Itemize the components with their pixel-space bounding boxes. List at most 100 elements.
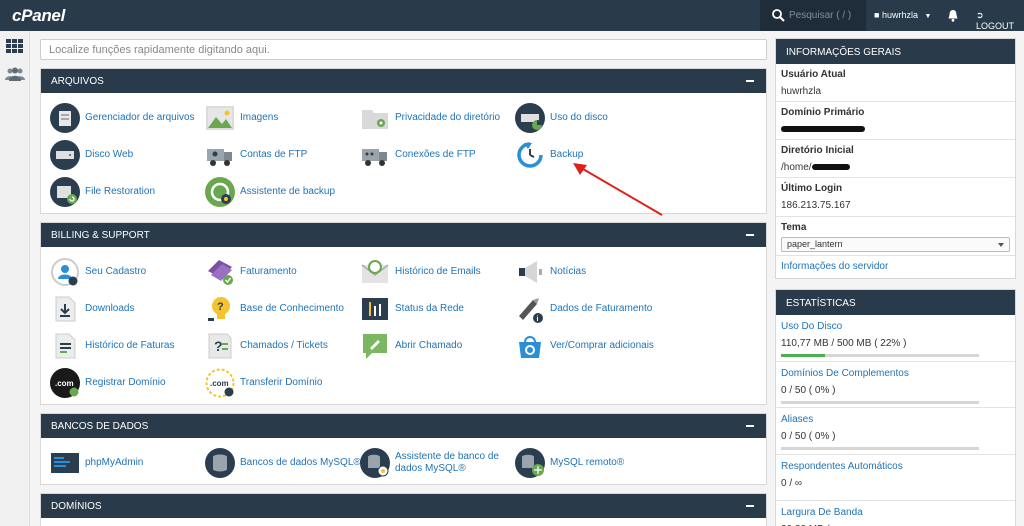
server-info-row: Informações do servidor [776, 256, 1015, 276]
tool-historico-faturas[interactable]: Histórico de Faturas [50, 329, 174, 363]
tool-label: Privacidade do diretório [395, 112, 501, 123]
statistic-row: Aliases 0 / 50 ( 0% ) [776, 408, 1015, 455]
tool-file-manager[interactable]: Gerenciador de arquivos [50, 101, 195, 135]
tool-label: phpMyAdmin [85, 457, 144, 468]
tool-noticias[interactable]: Notícias [515, 255, 586, 289]
tool-label: Chamados / Tickets [240, 340, 328, 351]
collapse-icon[interactable] [746, 425, 754, 427]
tool-label: Conexões de FTP [395, 149, 476, 160]
theme-select-value: paper_lantern [787, 239, 843, 249]
svg-text:.com: .com [210, 379, 229, 388]
logout-button[interactable]: ➲ LOGOUT [976, 10, 1024, 31]
bell-icon[interactable] [947, 9, 959, 22]
megaphone-icon [519, 261, 542, 283]
tool-label: Faturamento [240, 266, 297, 277]
directory-privacy-icon [362, 110, 388, 129]
tool-phpmyadmin[interactable]: phpMyAdmin [50, 446, 143, 480]
theme-label: Tema [781, 222, 807, 233]
statistic-label[interactable]: Largura De Banda [781, 507, 1010, 518]
panel-bancos-de-dados: BANCOS DE DADOS phpMyAdmin Bancos de dad… [40, 413, 767, 485]
server-info-link[interactable]: Informações do servidor [781, 261, 888, 272]
statistic-value: 0 / ∞ [781, 477, 803, 489]
statistic-label[interactable]: Domínios De Complementos [781, 368, 1010, 379]
tool-seu-cadastro[interactable]: Seu Cadastro [50, 255, 146, 289]
tool-label: Assistente de banco de dados MySQL® [395, 451, 499, 474]
collapse-icon[interactable] [746, 505, 754, 507]
tool-web-disk[interactable]: Disco Web [50, 138, 133, 172]
primary-domain-label: Domínio Primário [781, 107, 865, 118]
user-menu[interactable]: ■ huwrhzla ▼ [874, 10, 931, 20]
tool-downloads[interactable]: Downloads [50, 292, 134, 326]
tool-disk-usage[interactable]: Uso do disco [515, 101, 608, 135]
tool-chamados-tickets[interactable]: ? Chamados / Tickets [205, 329, 328, 363]
panel-billing-header[interactable]: BILLING & SUPPORT [41, 223, 766, 247]
theme-select[interactable]: paper_lantern [781, 237, 1010, 252]
tool-registrar-dominio[interactable]: .com Registrar Domínio [50, 366, 166, 400]
svg-text:.com: .com [55, 379, 74, 388]
network-status-icon [362, 298, 388, 320]
tool-label: Disco Web [85, 149, 134, 160]
last-login-label: Último Login [781, 183, 843, 194]
addons-icon [519, 336, 541, 358]
tool-directory-privacy[interactable]: Privacidade do diretório [360, 101, 500, 135]
usage-bar [781, 447, 979, 450]
statistic-value: 0 / 50 ( 0% ) [781, 384, 836, 396]
logout-icon: ➲ [976, 10, 984, 20]
email-history-icon [361, 260, 389, 283]
statistics-title: ESTATÍSTICAS [776, 290, 1015, 315]
tool-images[interactable]: Imagens [205, 101, 278, 135]
tool-ver-comprar-adicionais[interactable]: Ver/Comprar adicionais [515, 329, 654, 363]
current-user-label: Usuário Atual [781, 69, 846, 80]
grid-icon[interactable] [6, 39, 23, 53]
statistic-row: Uso Do Disco 110,77 MB / 500 MB ( 22% ) [776, 315, 1015, 362]
tool-dados-faturamento[interactable]: i Dados de Faturamento [515, 292, 652, 326]
tool-file-restoration[interactable]: File Restoration [50, 175, 155, 209]
tool-label: Uso do disco [550, 112, 608, 123]
tool-backup-wizard[interactable]: Assistente de backup [205, 175, 335, 209]
panel-arquivos-header[interactable]: ARQUIVOS [41, 69, 766, 93]
tool-faturamento[interactable]: Faturamento [205, 255, 297, 289]
panel-bancos-header[interactable]: BANCOS DE DADOS [41, 414, 766, 438]
tool-status-rede[interactable]: Status da Rede [360, 292, 464, 326]
statistics-panel: ESTATÍSTICAS Uso Do Disco 110,77 MB / 500… [775, 289, 1016, 526]
statistic-label[interactable]: Aliases [781, 414, 1010, 425]
panel-title: DOMÍNIOS [51, 501, 102, 512]
tool-label: Histórico de Emails [395, 266, 481, 277]
tool-abrir-chamado[interactable]: Abrir Chamado [360, 329, 462, 363]
users-icon[interactable] [5, 67, 25, 81]
tool-label: Transferir Domínio [240, 377, 323, 388]
usage-bar [781, 400, 979, 404]
tool-base-conhecimento[interactable]: ? Base de Conhecimento [205, 292, 344, 326]
tool-label: File Restoration [85, 186, 156, 197]
tool-transferir-dominio[interactable]: .com Transferir Domínio [205, 366, 322, 400]
tool-label: Base de Conhecimento [240, 303, 344, 314]
left-nav [0, 31, 30, 526]
tool-label: Dados de Faturamento [550, 303, 653, 314]
collapse-icon[interactable] [746, 234, 754, 236]
tool-historico-emails[interactable]: Histórico de Emails [360, 255, 481, 289]
tool-label: Abrir Chamado [395, 340, 463, 351]
home-dir-prefix: /home/ [781, 162, 812, 173]
header-search[interactable]: Pesquisar ( / ) [760, 0, 866, 31]
tool-ftp-connections[interactable]: Conexões de FTP [360, 138, 476, 172]
statistic-label[interactable]: Uso Do Disco [781, 321, 1010, 332]
cpanel-logo[interactable]: cPanel [12, 6, 65, 26]
tool-mysql-databases[interactable]: Bancos de dados MySQL® [205, 446, 361, 480]
home-dir-label: Diretório Inicial [781, 145, 854, 156]
tool-mysql-wizard[interactable]: Assistente de banco de dados MySQL® [360, 446, 520, 480]
tool-ftp-accounts[interactable]: Contas de FTP [205, 138, 307, 172]
svg-text:?: ? [214, 338, 223, 354]
tool-label: Assistente de backup [240, 186, 336, 197]
file-restoration-icon [50, 177, 80, 207]
billing-info-icon: i [519, 298, 543, 323]
billing-icon [208, 260, 233, 285]
panel-dominios-header[interactable]: DOMÍNIOS [41, 494, 766, 518]
tool-remote-mysql[interactable]: MySQL remoto® [515, 446, 624, 480]
open-ticket-icon [363, 334, 387, 359]
downloads-icon [55, 296, 76, 322]
transfer-domain-icon: .com [205, 368, 235, 398]
collapse-icon[interactable] [746, 80, 754, 82]
statistic-row: Respondentes Automáticos 0 / ∞ [776, 455, 1015, 501]
statistic-label[interactable]: Respondentes Automáticos [781, 461, 1010, 472]
function-search-input[interactable]: Localize funções rapidamente digitando a… [40, 39, 767, 60]
